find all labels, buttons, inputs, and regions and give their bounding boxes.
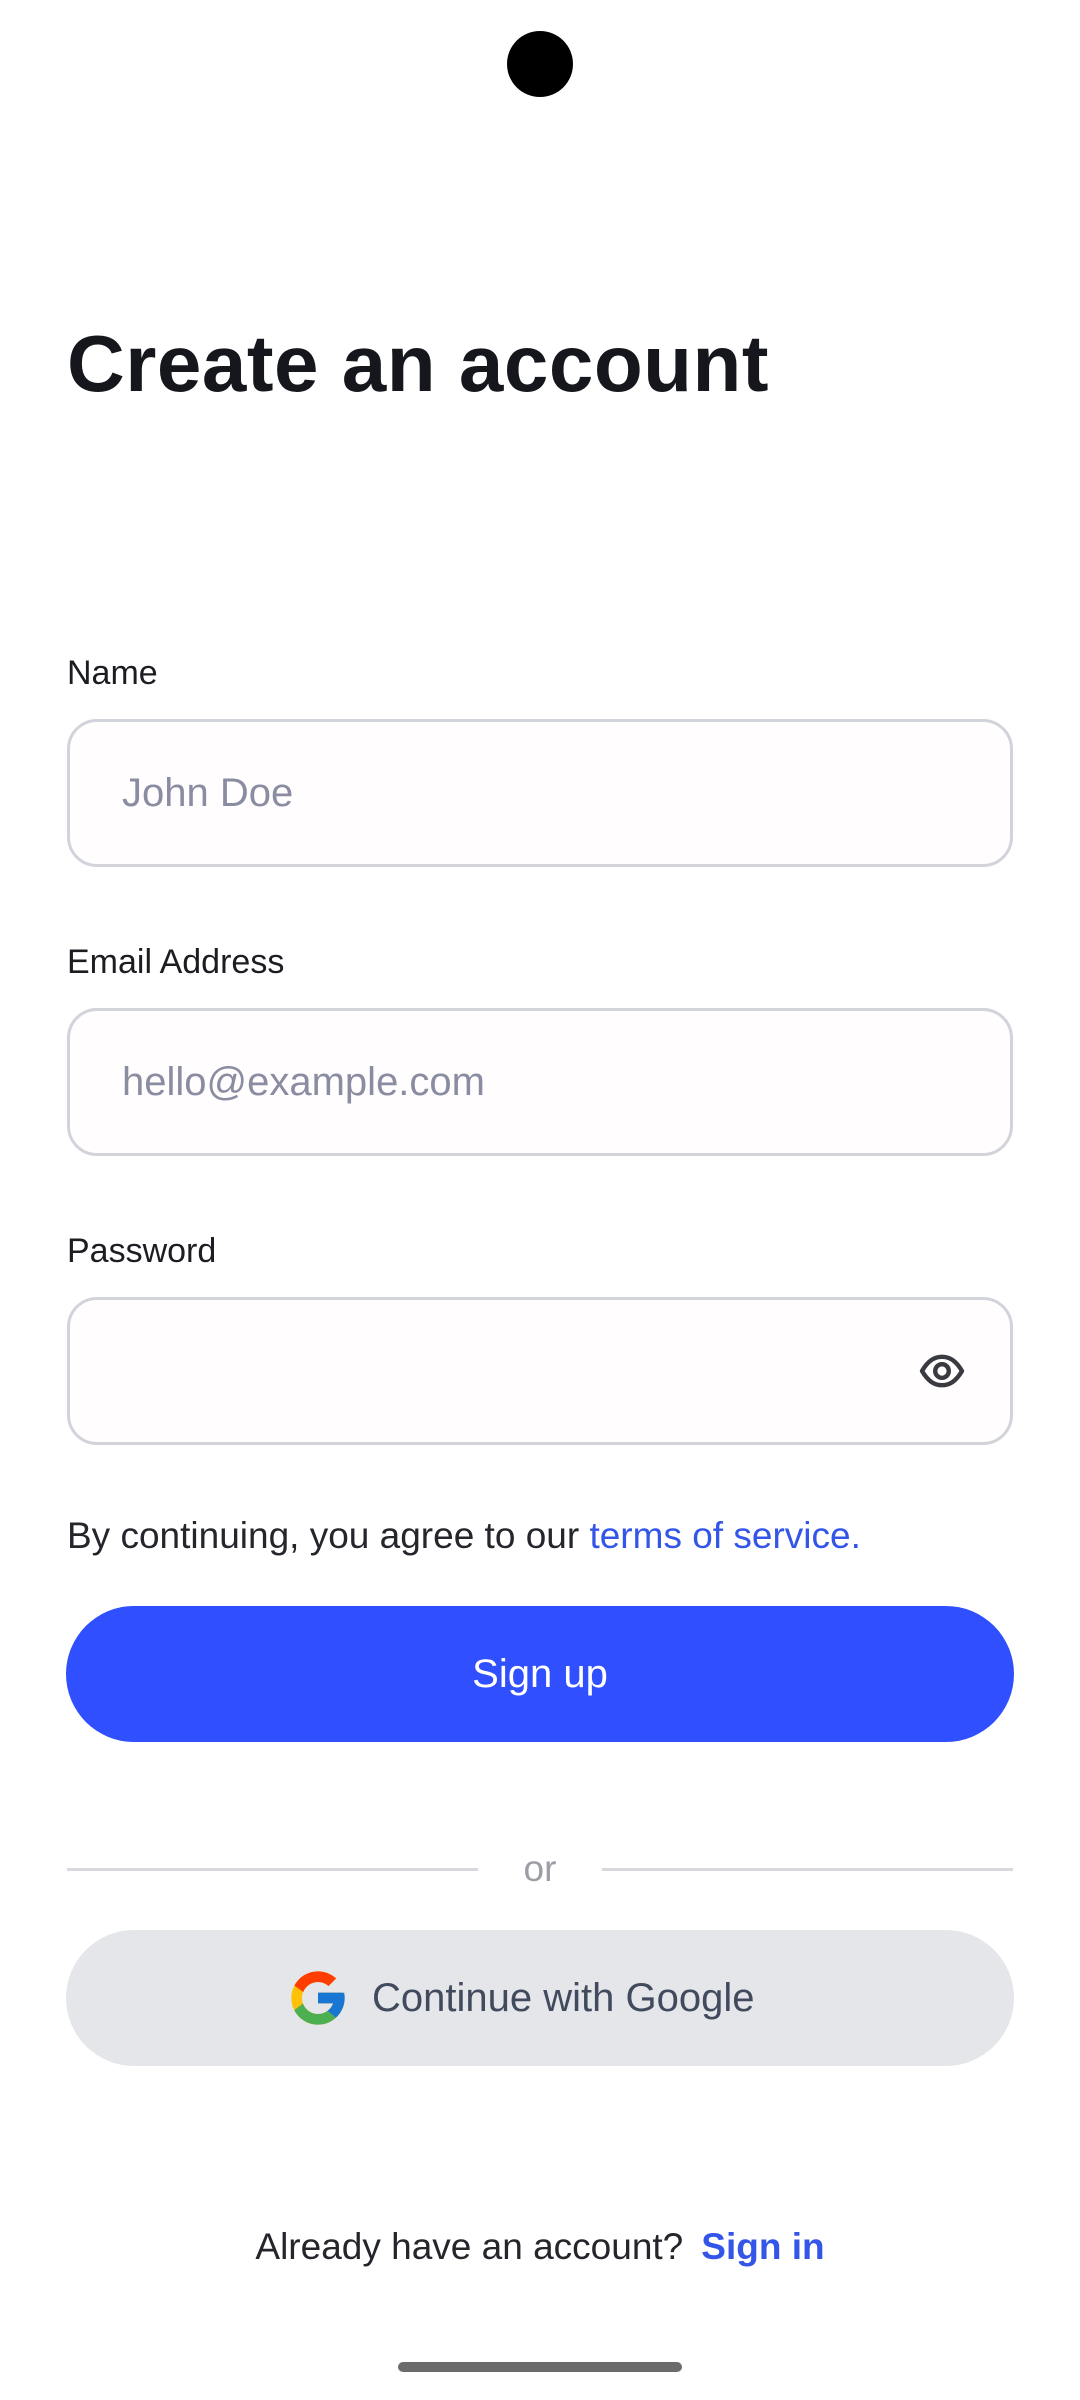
email-input[interactable] <box>122 1011 922 1153</box>
home-indicator[interactable] <box>398 2362 682 2372</box>
name-field-box[interactable] <box>67 719 1013 867</box>
divider-line-left <box>67 1868 478 1871</box>
eye-icon[interactable] <box>918 1347 966 1395</box>
camera-cutout <box>507 31 573 97</box>
sign-in-prompt: Already have an account? <box>255 2226 684 2267</box>
sign-in-link[interactable]: Sign in <box>701 2226 824 2267</box>
continue-with-google-button[interactable]: Continue with Google <box>66 1930 1014 2066</box>
password-input[interactable] <box>122 1300 882 1442</box>
name-input[interactable] <box>122 722 922 864</box>
terms-text: By continuing, you agree to our terms of… <box>67 1510 861 1562</box>
terms-of-service-link[interactable]: terms of service. <box>589 1515 860 1556</box>
sign-up-button[interactable]: Sign up <box>66 1606 1014 1742</box>
google-icon <box>291 1971 345 2025</box>
email-label: Email Address <box>67 943 285 981</box>
google-button-label: Continue with Google <box>372 1976 755 2020</box>
password-label: Password <box>67 1232 217 1270</box>
divider-text: or <box>523 1848 557 1889</box>
password-field-box[interactable] <box>67 1297 1013 1445</box>
name-label: Name <box>67 654 158 692</box>
page-title: Create an account <box>67 319 770 408</box>
sign-in-row: Already have an account? Sign in <box>0 2222 1080 2272</box>
terms-prefix: By continuing, you agree to our <box>67 1515 590 1556</box>
divider-line-right <box>602 1868 1013 1871</box>
email-field-box[interactable] <box>67 1008 1013 1156</box>
